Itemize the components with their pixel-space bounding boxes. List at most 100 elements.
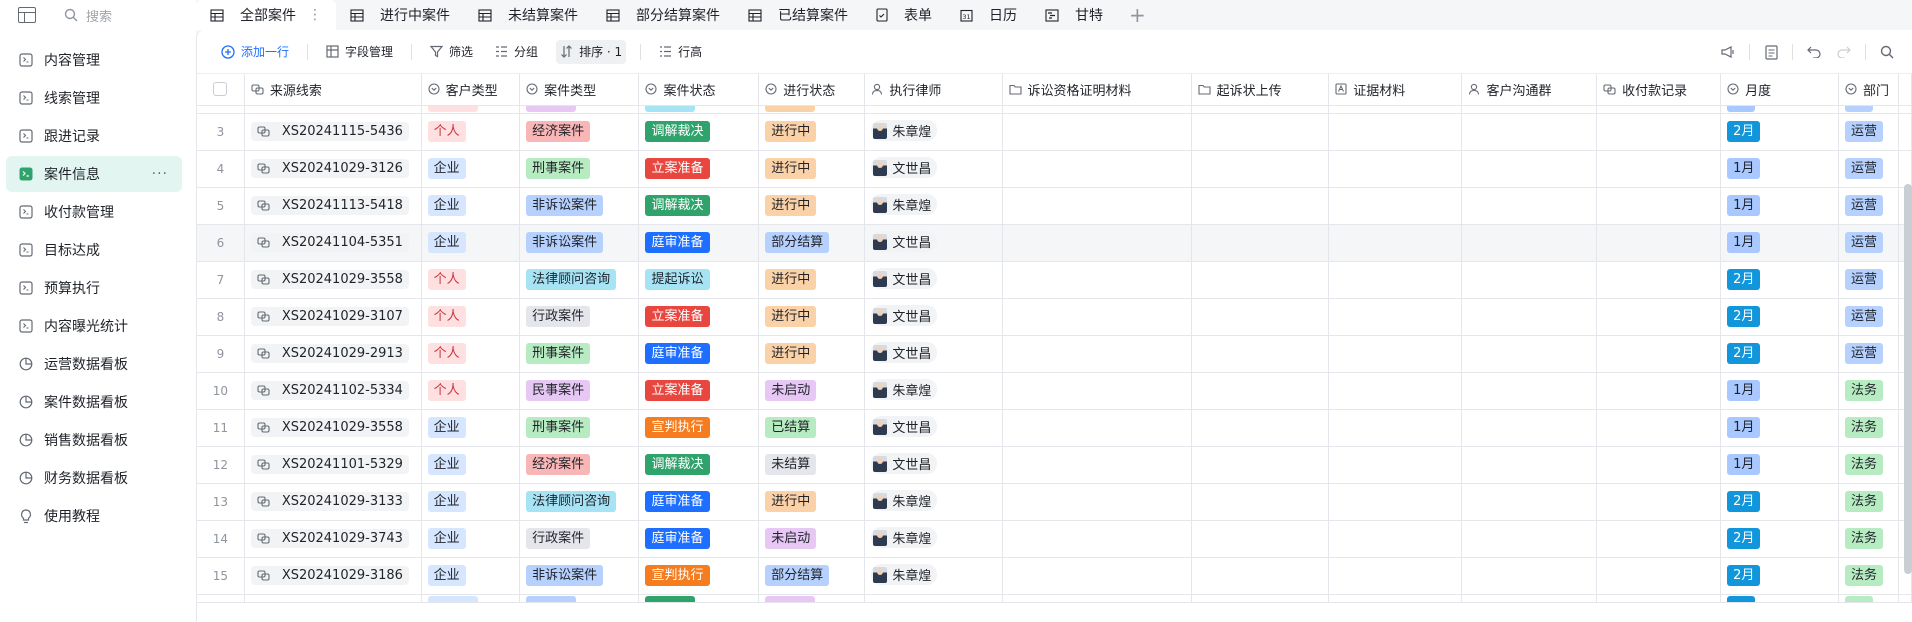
litigation-docs-cell[interactable] [1002,409,1192,447]
case-type-cell[interactable]: 民事案件 [519,372,640,410]
person-chip[interactable]: 文世昌 [871,157,938,179]
row-number-cell[interactable]: 7 [197,261,245,299]
lawyer-cell[interactable]: 文世昌 [864,150,1003,188]
table-row[interactable]: 14 XS20241029-3743 企业 行政案件 庭审准备 未启动 朱章煌 2月 法务 [197,520,1912,558]
lead-cell[interactable]: XS20241029-3186 [244,557,422,595]
evidence-cell[interactable] [1328,298,1463,336]
case-type-cell[interactable]: 行政案件 [519,520,640,558]
table-row[interactable]: 3 XS20241115-5436 个人 经济案件 调解裁决 进行中 朱章煌 2月 运营 [197,113,1912,151]
payment-record-cell[interactable] [1596,446,1722,484]
payment-record-cell[interactable] [1596,224,1722,262]
complaint-upload-cell[interactable] [1191,224,1330,262]
sidebar-item[interactable]: 预算执行 [6,270,182,306]
lawyer-cell[interactable]: 朱章煌 [864,113,1003,151]
sidebar-item[interactable]: 内容曝光统计 [6,308,182,344]
lead-cell[interactable]: XS20241029-3107 [244,298,422,336]
table-row[interactable]: ⫶6 XS20241104-5351 企业 非诉讼案件 庭审准备 部分结算 文世昌 1月 运营 [197,224,1912,262]
view-tab[interactable]: 甘特 [1031,0,1117,30]
linked-record[interactable]: XS20241029-3107 [250,307,409,326]
month-cell[interactable]: 2月 [1720,557,1840,595]
table-row[interactable]: 9 XS20241029-2913 个人 刑事案件 庭审准备 进行中 文世昌 2月 运营 [197,335,1912,373]
case-type-cell[interactable]: 非诉讼案件 [519,557,640,595]
row-number-cell[interactable]: 11 [197,409,245,447]
month-cell[interactable]: 1月 [1720,224,1840,262]
complaint-upload-cell[interactable] [1191,335,1330,373]
case-type-cell[interactable]: 刑事案件 [519,335,640,373]
evidence-cell[interactable] [1328,335,1463,373]
person-chip[interactable]: 朱章煌 [871,564,938,586]
litigation-docs-cell[interactable] [1002,446,1192,484]
field-manage-button[interactable]: 字段管理 [322,40,397,64]
sidebar-item[interactable]: 使用教程 [6,498,182,534]
vertical-scrollbar[interactable] [1904,184,1912,574]
case-type-cell[interactable]: 行政案件 [519,298,640,336]
client-group-cell[interactable] [1461,520,1598,558]
month-cell[interactable]: 1月 [1720,409,1840,447]
customer-type-cell[interactable]: 企业 [421,224,521,262]
case-status-cell[interactable]: 庭审准备 [638,224,760,262]
customer-type-cell[interactable]: 企业 [421,409,521,447]
row-height-button[interactable]: 行高 [655,40,706,64]
lawyer-cell[interactable]: 文世昌 [864,446,1003,484]
view-tab[interactable]: 部分结算案件 [592,0,734,30]
case-type-cell[interactable]: 经济案件 [519,113,640,151]
lawyer-cell[interactable]: 朱章煌 [864,557,1003,595]
customer-type-cell[interactable]: 企业 [421,483,521,521]
tab-more-icon[interactable]: ⋮ [308,7,322,23]
case-status-cell[interactable]: 调解裁决 [638,187,760,225]
case-status-cell[interactable]: 调解裁决 [638,446,760,484]
evidence-cell[interactable] [1328,520,1463,558]
client-group-cell[interactable] [1461,409,1598,447]
person-chip[interactable]: 朱章煌 [871,194,938,216]
evidence-cell[interactable] [1328,261,1463,299]
litigation-docs-cell[interactable] [1002,483,1192,521]
case-status-cell[interactable]: 调解裁决 [638,113,760,151]
lead-cell[interactable]: XS20241115-5436 [244,113,422,151]
sidebar-item[interactable]: 跟进记录 [6,118,182,154]
complaint-upload-cell[interactable] [1191,483,1330,521]
litigation-docs-cell[interactable] [1002,372,1192,410]
case-status-cell[interactable]: 庭审准备 [638,335,760,373]
department-cell[interactable]: 运营 [1838,224,1899,262]
person-chip[interactable]: 文世昌 [871,453,938,475]
filter-button[interactable]: 筛选 [426,40,477,64]
case-type-cell[interactable]: 非诉讼案件 [519,224,640,262]
client-group-cell[interactable] [1461,261,1598,299]
progress-status-cell[interactable]: 未启动 [758,520,866,558]
select-all-header[interactable] [197,74,245,106]
complaint-upload-cell[interactable] [1191,298,1330,336]
linked-record[interactable]: XS20241113-5418 [250,196,409,215]
case-status-cell[interactable]: 提起诉讼 [638,261,760,299]
person-chip[interactable]: 文世昌 [871,416,938,438]
lawyer-cell[interactable]: 朱章煌 [864,187,1003,225]
case-status-cell[interactable]: 宣判执行 [638,409,760,447]
month-cell[interactable]: 1月 [1720,187,1840,225]
case-type-cell[interactable]: 经济案件 [519,446,640,484]
complaint-upload-cell[interactable] [1191,446,1330,484]
announce-icon[interactable] [1713,45,1743,59]
row-number-cell[interactable]: 8 [197,298,245,336]
lawyer-cell[interactable]: 朱章煌 [864,483,1003,521]
linked-record[interactable]: XS20241104-5351 [250,233,409,252]
litigation-docs-cell[interactable] [1002,520,1192,558]
payment-record-cell[interactable] [1596,150,1722,188]
department-cell[interactable]: 运营 [1838,187,1899,225]
progress-status-cell[interactable]: 进行中 [758,298,866,336]
complaint-upload-cell[interactable] [1191,113,1330,151]
progress-status-cell[interactable]: 进行中 [758,483,866,521]
linked-record[interactable]: XS20241029-3558 [250,270,409,289]
table-row[interactable]: 11 XS20241029-3558 企业 刑事案件 宣判执行 已结算 文世昌 1月 法务 [197,409,1912,447]
more-icon[interactable]: ··· [152,166,168,182]
litigation-docs-cell[interactable] [1002,187,1192,225]
department-cell[interactable]: 运营 [1838,150,1899,188]
form-icon[interactable] [1756,44,1786,60]
add-row-button[interactable]: 添加一行 [217,40,293,64]
litigation-docs-cell[interactable] [1002,298,1192,336]
month-cell[interactable]: 2月 [1720,113,1840,151]
sidebar-item[interactable]: 运营数据看板 [6,346,182,382]
department-cell[interactable]: 法务 [1838,557,1899,595]
row-number-cell[interactable]: 14 [197,520,245,558]
row-number-cell[interactable]: 15 [197,557,245,595]
linked-record[interactable]: XS20241029-3743 [250,529,409,548]
column-header[interactable]: 来源线索 [244,74,422,106]
